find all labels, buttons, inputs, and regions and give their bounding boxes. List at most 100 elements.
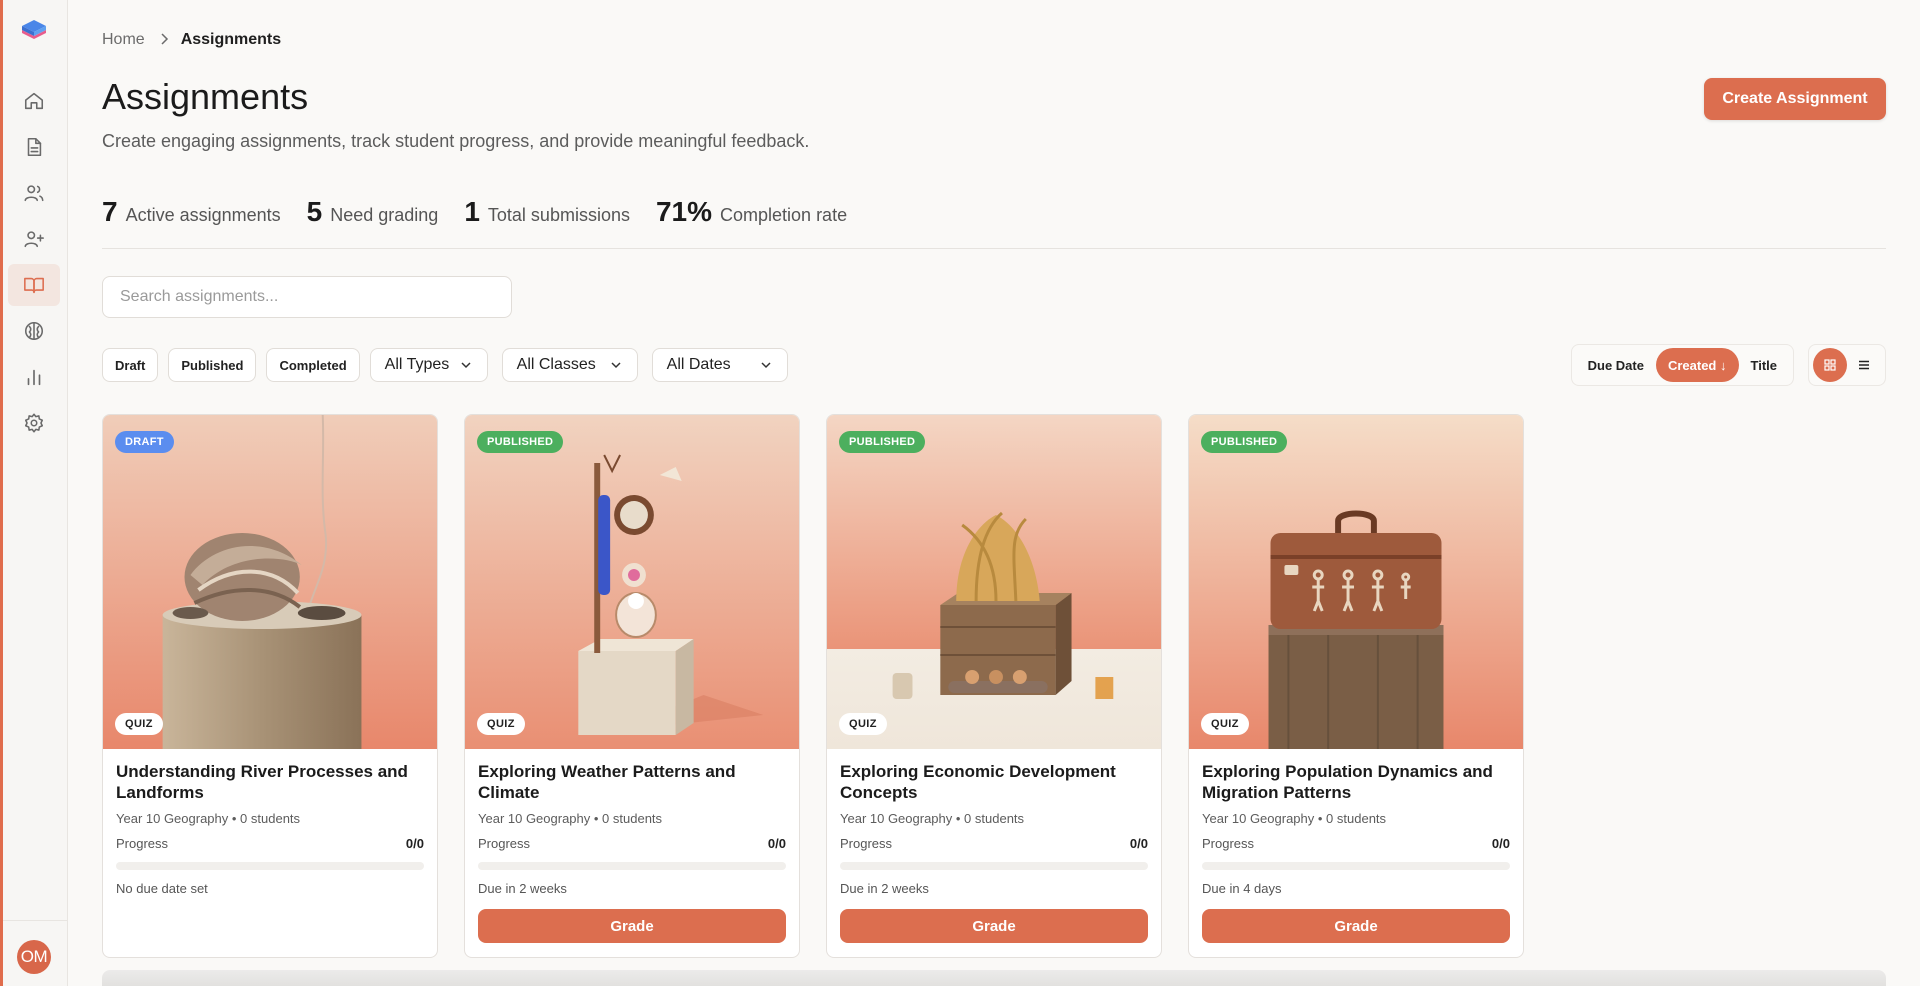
view-toggle-group xyxy=(1808,344,1886,386)
breadcrumb-current: Assignments xyxy=(180,31,282,48)
sidebar-item-invite[interactable] xyxy=(8,218,60,260)
sidebar-item-analytics[interactable] xyxy=(8,356,60,398)
card-meta: Year 10 Geography • 0 students xyxy=(1202,811,1387,826)
assignment-card[interactable]: PUBLISHED QUIZ Exploring Population Dyna… xyxy=(1188,414,1524,958)
sidebar-item-assignments[interactable] xyxy=(8,264,60,306)
card-title[interactable]: Exploring Weather Patterns and Climate xyxy=(478,761,786,803)
progress-bar xyxy=(840,862,1148,870)
status-badge: PUBLISHED xyxy=(839,431,926,453)
assignment-card[interactable]: PUBLISHED QUIZ Exploring Economic Develo… xyxy=(826,414,1162,958)
progress-label: Progress xyxy=(1202,836,1255,851)
brain-icon xyxy=(24,321,44,341)
stat-label: Active assignments xyxy=(125,205,281,225)
sort-due-date-button[interactable]: Due Date xyxy=(1576,348,1656,382)
progress-bar xyxy=(478,862,786,870)
progress-count: 0/0 xyxy=(405,836,424,851)
card-body: Exploring Population Dynamics and Migrat… xyxy=(1189,749,1523,943)
stat-completion: 71% Completion rate xyxy=(656,196,847,228)
date-filter-value: All Dates xyxy=(666,356,731,373)
chevron-right-icon xyxy=(159,32,169,48)
date-filter-select[interactable]: All Dates xyxy=(651,348,788,382)
chevron-down-icon xyxy=(461,362,471,369)
card-meta: Year 10 Geography • 0 students xyxy=(116,811,301,826)
filter-chip-draft[interactable]: Draft xyxy=(102,348,159,382)
sidebar: OM xyxy=(0,0,68,986)
grade-button[interactable]: Grade xyxy=(478,909,786,943)
type-badge: QUIZ xyxy=(477,713,525,735)
sort-toggle-group: Due Date Created ↓ Title xyxy=(1570,344,1794,386)
assignment-card[interactable]: DRAFT QUIZ Understanding River Processes… xyxy=(102,414,438,958)
due-date: Due in 2 weeks xyxy=(840,881,929,896)
search-input[interactable] xyxy=(102,276,512,318)
sidebar-item-documents[interactable] xyxy=(8,126,60,168)
bar-chart-icon xyxy=(27,369,41,386)
users-icon xyxy=(24,185,44,202)
document-icon xyxy=(27,137,42,157)
progress-bar xyxy=(1202,862,1510,870)
assignment-cover-image: PUBLISHED QUIZ xyxy=(827,415,1161,749)
card-body: Exploring Economic Development Concepts … xyxy=(827,749,1161,943)
app-logo-icon[interactable] xyxy=(19,16,49,46)
progress-bar xyxy=(116,862,424,870)
card-meta: Year 10 Geography • 0 students xyxy=(840,811,1025,826)
scroll-content-edge xyxy=(102,970,1886,986)
breadcrumb: Home Assignments xyxy=(102,31,281,49)
stat-need-grading: 5 Need grading xyxy=(307,196,439,228)
sidebar-item-students[interactable] xyxy=(8,172,60,214)
book-open-icon xyxy=(24,277,44,294)
status-badge: PUBLISHED xyxy=(1201,431,1288,453)
progress-row: Progress 0/0 xyxy=(1202,836,1510,851)
assignment-cover-image: PUBLISHED QUIZ xyxy=(1189,415,1523,749)
card-body: Exploring Weather Patterns and Climate Y… xyxy=(465,749,799,943)
stat-value: 1 xyxy=(464,196,480,227)
assignment-card-grid: DRAFT QUIZ Understanding River Processes… xyxy=(102,414,1550,958)
assignment-cover-image: PUBLISHED QUIZ xyxy=(465,415,799,749)
sidebar-item-settings[interactable] xyxy=(8,402,60,444)
filter-chip-completed[interactable]: Completed xyxy=(266,348,360,382)
assignment-card[interactable]: PUBLISHED QUIZ Exploring Weather Pattern… xyxy=(464,414,800,958)
status-badge: DRAFT xyxy=(115,431,174,453)
user-plus-icon xyxy=(24,231,44,248)
stat-submissions: 1 Total submissions xyxy=(464,196,630,228)
progress-row: Progress 0/0 xyxy=(840,836,1148,851)
class-filter-select[interactable]: All Classes xyxy=(501,348,638,382)
list-view-button[interactable] xyxy=(1847,348,1881,382)
progress-row: Progress 0/0 xyxy=(116,836,424,851)
due-date: No due date set xyxy=(116,881,208,896)
type-badge: QUIZ xyxy=(1201,713,1249,735)
progress-count: 0/0 xyxy=(1491,836,1510,851)
due-date: Due in 2 weeks xyxy=(478,881,567,896)
card-title[interactable]: Exploring Economic Development Concepts xyxy=(840,761,1148,803)
type-filter-value: All Types xyxy=(384,356,450,373)
stat-active: 7 Active assignments xyxy=(102,196,281,228)
progress-label: Progress xyxy=(840,836,893,851)
chevron-down-icon xyxy=(761,362,771,369)
progress-count: 0/0 xyxy=(767,836,786,851)
card-title[interactable]: Exploring Population Dynamics and Migrat… xyxy=(1202,761,1510,803)
create-assignment-button[interactable]: Create Assignment xyxy=(1704,78,1886,120)
sidebar-item-ai[interactable] xyxy=(8,310,60,352)
sort-created-button[interactable]: Created ↓ xyxy=(1655,348,1739,382)
sort-title-button[interactable]: Title xyxy=(1739,348,1790,382)
due-date: Due in 4 days xyxy=(1202,881,1282,896)
card-title[interactable]: Understanding River Processes and Landfo… xyxy=(116,761,424,803)
assignment-cover-image: DRAFT QUIZ xyxy=(103,415,437,749)
breadcrumb-home-link[interactable]: Home xyxy=(102,31,145,49)
progress-label: Progress xyxy=(116,836,169,851)
filter-chip-published[interactable]: Published xyxy=(168,348,257,382)
avatar[interactable]: OM xyxy=(17,940,51,974)
grade-button[interactable]: Grade xyxy=(840,909,1148,943)
stat-value: 5 xyxy=(306,196,323,227)
stats-bar: 7 Active assignments 5 Need grading 1 To… xyxy=(102,196,873,228)
grid-view-button[interactable] xyxy=(1813,348,1847,382)
card-meta: Year 10 Geography • 0 students xyxy=(478,811,663,826)
stat-value: 71% xyxy=(655,196,713,227)
filter-bar: Draft Published Completed All Types All … xyxy=(102,348,802,382)
class-filter-value: All Classes xyxy=(516,356,596,373)
list-icon xyxy=(1859,360,1869,370)
sidebar-divider xyxy=(3,920,67,921)
sidebar-item-home[interactable] xyxy=(8,80,60,122)
stat-label: Total submissions xyxy=(487,205,630,225)
grade-button[interactable]: Grade xyxy=(1202,909,1510,943)
type-filter-select[interactable]: All Types xyxy=(369,348,488,382)
